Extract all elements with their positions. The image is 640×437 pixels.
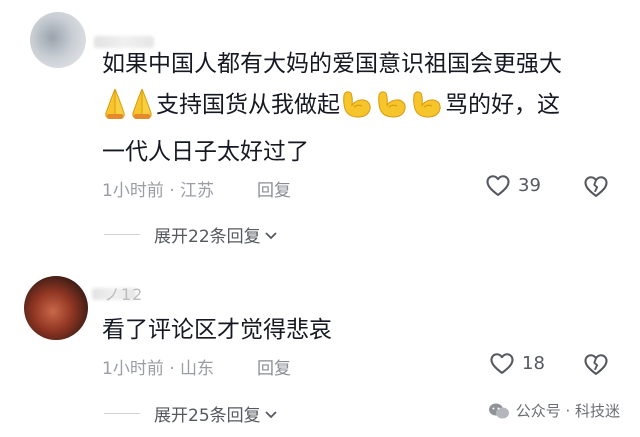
commenter-avatar[interactable] [24,276,88,340]
comment-text: 一代人日子太好过了 [102,139,309,165]
divider [104,413,140,414]
comment-text: 看了评论区才觉得悲哀 [102,317,332,343]
reply-button[interactable]: 回复 [257,176,291,201]
like-count: 39 [518,174,541,196]
expand-replies-button[interactable]: 展开22条回复 [104,222,279,247]
expand-replies-label: 展开25条回复 [154,406,261,426]
reply-button[interactable]: 回复 [257,354,291,379]
flexed-biceps-emoji-icon [413,90,441,118]
comment-text-line: 看了评论区才觉得悲哀 [102,313,332,347]
broken-heart-icon[interactable] [582,172,610,200]
folded-hands-emoji-icon [105,88,125,119]
expand-replies-button[interactable]: 展开25条回复 [104,401,279,426]
comment-text: 如果中国人都有大妈的爱国意识祖国会更强大 [102,51,562,77]
comment-time-location: 1小时前 · 山东 [102,359,215,379]
comment-time-location: 1小时前 · 江苏 [102,181,215,201]
commenter-avatar[interactable] [30,12,86,68]
comment-text-line: 支持国货从我做起 骂的好，这 [102,88,560,123]
broken-heart-icon[interactable] [582,350,610,378]
wechat-icon [488,403,509,418]
commenter-username[interactable]: ノ12 [104,281,143,305]
like-button[interactable]: 39 [484,171,541,199]
heart-icon [486,175,510,196]
chevron-down-icon [265,231,277,239]
comment-text-line: 如果中国人都有大妈的爱国意识祖国会更强大 [102,47,562,81]
comment-text-line: 一代人日子太好过了 [102,135,309,169]
heart-icon [490,353,514,374]
comment-text: 支持国货从我做起 [156,92,340,118]
expand-replies-label: 展开22条回复 [154,227,261,247]
watermark: 公众号 · 科技迷 [488,400,620,421]
watermark-text: 公众号 · 科技迷 [515,402,620,420]
like-button[interactable]: 18 [488,349,545,377]
comment-text: 骂的好，这 [445,92,560,118]
flexed-biceps-emoji-icon [343,90,371,118]
flexed-biceps-emoji-icon [378,90,406,118]
chevron-down-icon [265,410,277,418]
folded-hands-emoji-icon [132,88,152,119]
divider [104,234,140,235]
like-count: 18 [522,352,545,374]
